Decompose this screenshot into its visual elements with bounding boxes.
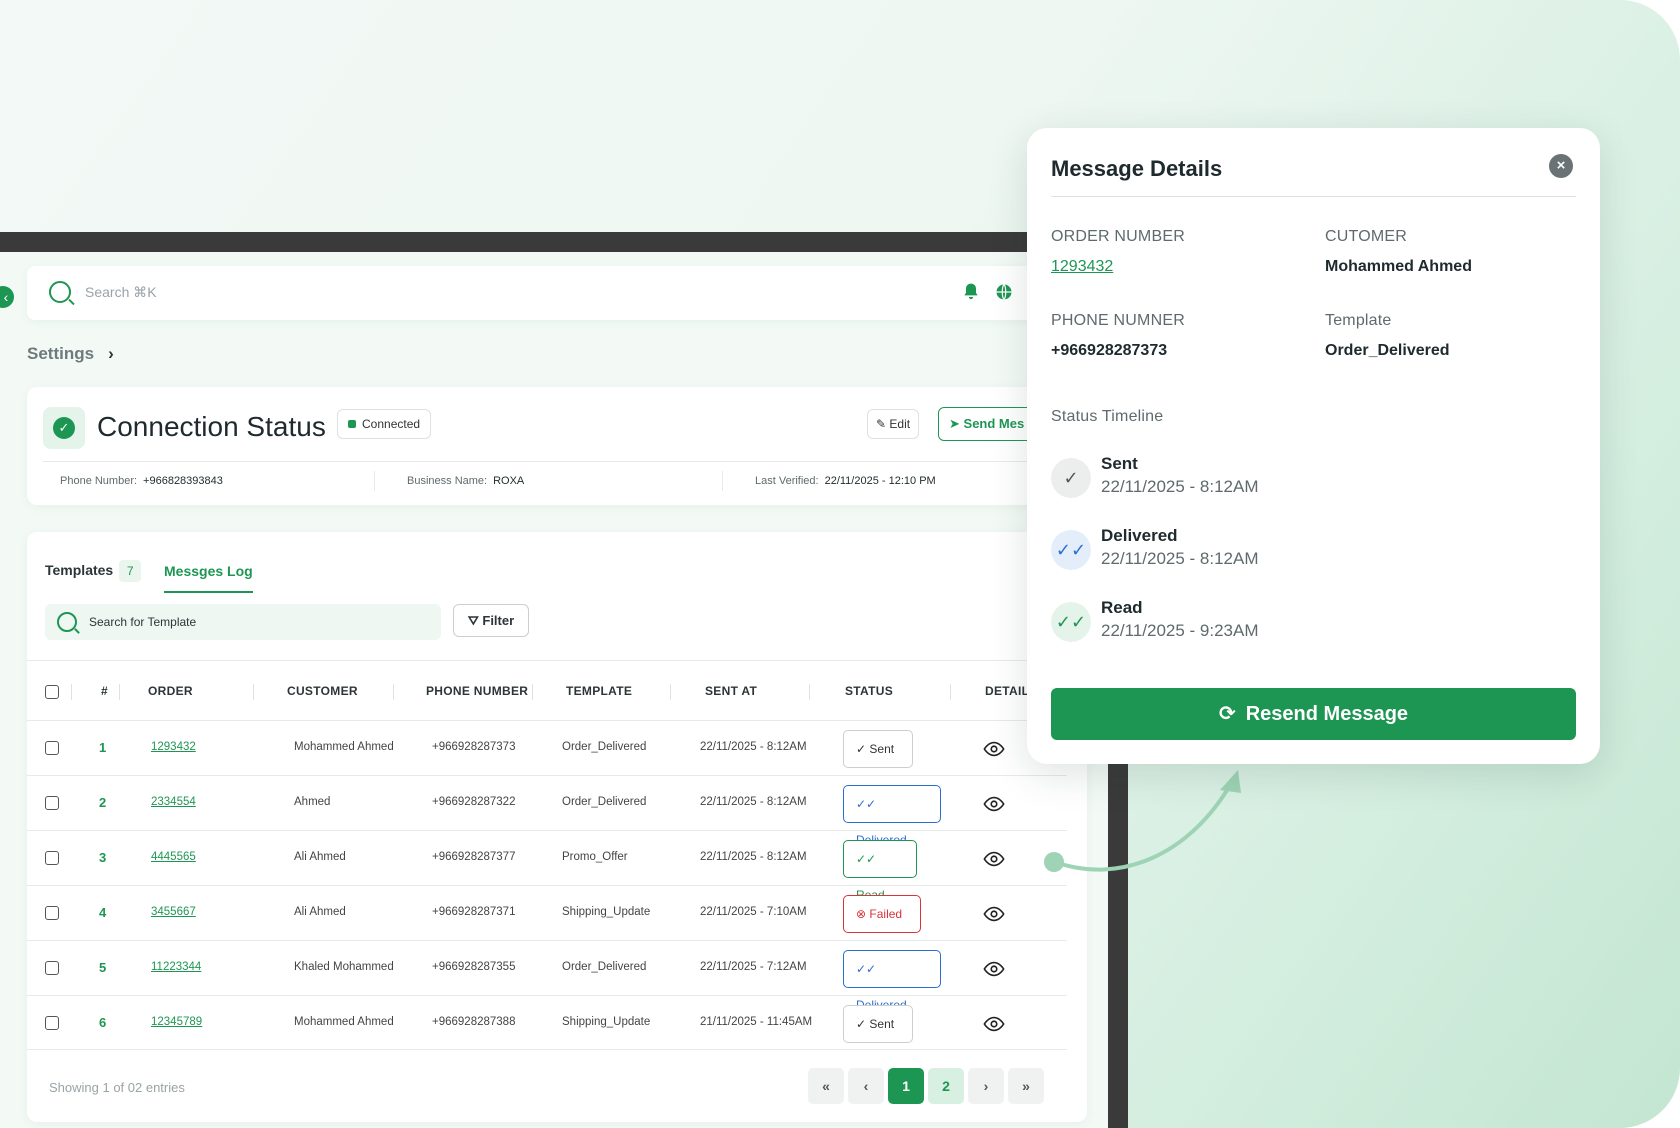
check-icon: ✓ bbox=[1051, 458, 1091, 498]
phone-number-value: +966928287373 bbox=[1051, 342, 1168, 359]
timeline-read-time: 22/11/2025 - 9:23AM bbox=[1101, 621, 1259, 640]
timeline-read-label: Read bbox=[1101, 598, 1143, 617]
order-number-link[interactable]: 1293432 bbox=[1051, 258, 1113, 276]
timeline-delivered-label: Delivered bbox=[1101, 526, 1178, 545]
phone-number-label: PHONE NUMNER bbox=[1051, 312, 1185, 329]
message-details-modal: Message Details × ORDER NUMBER 1293432 C… bbox=[1027, 128, 1600, 764]
customer-label: CUTOMER bbox=[1325, 228, 1407, 245]
template-value: Order_Delivered bbox=[1325, 342, 1450, 359]
timeline-sent-time: 22/11/2025 - 8:12AM bbox=[1101, 477, 1259, 496]
status-timeline-title: Status Timeline bbox=[1051, 408, 1164, 425]
divider bbox=[1051, 196, 1576, 197]
resend-button-label: Resend Message bbox=[1245, 703, 1409, 725]
order-number-label: ORDER NUMBER bbox=[1051, 228, 1185, 245]
template-label: Template bbox=[1325, 312, 1392, 329]
timeline-delivered-time: 22/11/2025 - 8:12AM bbox=[1101, 549, 1259, 568]
refresh-icon: ⟳ bbox=[1218, 703, 1236, 725]
timeline-sent-label: Sent bbox=[1101, 454, 1138, 473]
close-icon[interactable]: × bbox=[1549, 154, 1573, 178]
double-check-icon: ✓✓ bbox=[1051, 602, 1091, 642]
customer-value: Mohammed Ahmed bbox=[1325, 258, 1472, 275]
modal-title: Message Details bbox=[1051, 156, 1223, 181]
double-check-icon: ✓✓ bbox=[1051, 530, 1091, 570]
resend-message-button[interactable]: ⟳ Resend Message bbox=[1051, 688, 1576, 740]
